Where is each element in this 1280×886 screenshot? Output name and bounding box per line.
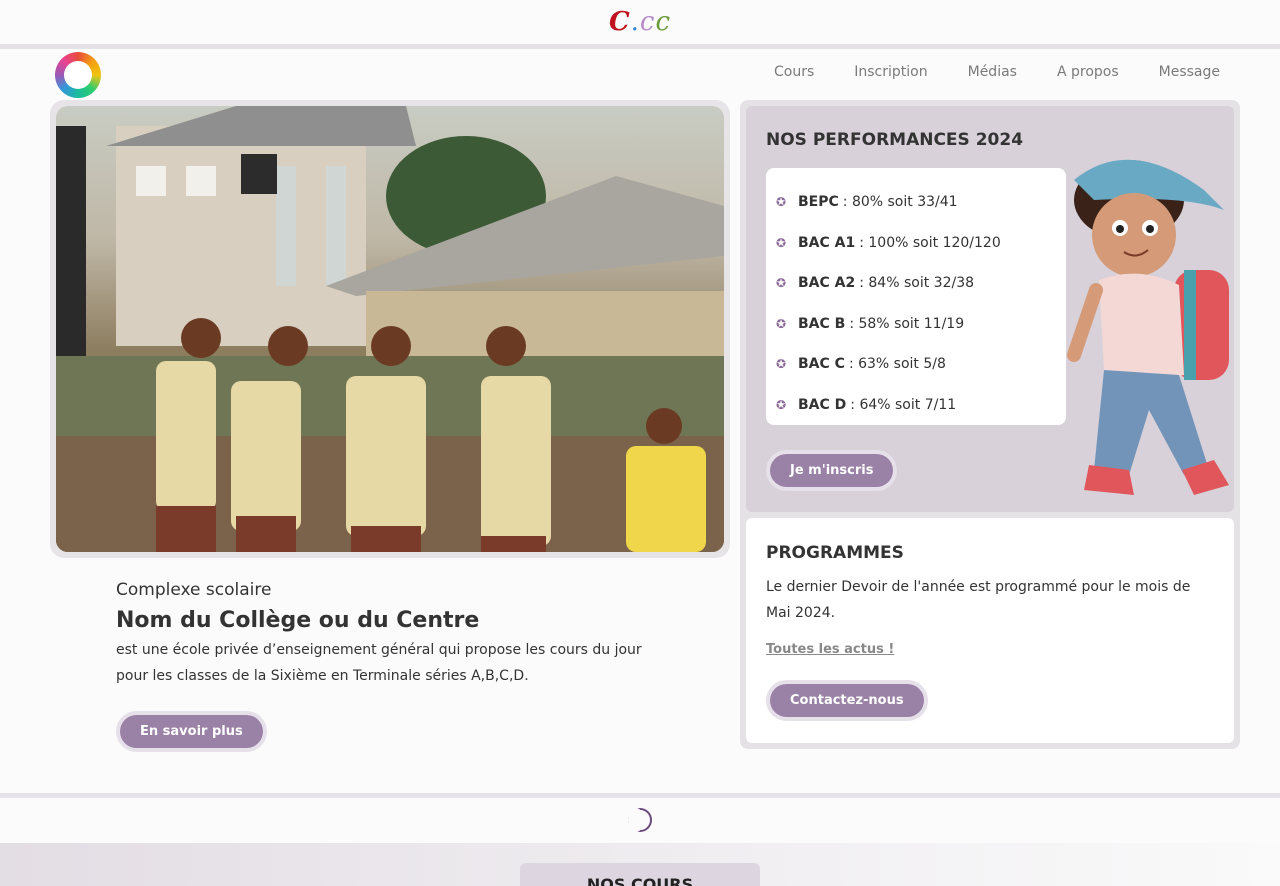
logo-letter: C [608, 7, 631, 37]
star-icon: ✪ [776, 316, 787, 331]
contact-button[interactable]: Contactez-nous [770, 684, 924, 717]
exam-label: BAC A2 [798, 275, 856, 292]
courses-section: NOS COURS [0, 843, 1280, 886]
list-item: ✪ BEPC: 80% soit 33/41 [776, 182, 1056, 223]
exam-result: : 100% soit 120/120 [859, 234, 1001, 251]
star-icon: ✪ [776, 235, 787, 250]
star-icon: ✪ [776, 276, 787, 291]
nav-a-propos[interactable]: A propos [1057, 64, 1119, 80]
performances-card: NOS PERFORMANCES 2024 ✪ BEPC: 80% soit 33… [746, 106, 1234, 512]
nav-medias[interactable]: Médias [968, 64, 1017, 80]
school-name: Nom du Collège ou du Centre [116, 608, 480, 633]
star-icon: ✪ [776, 397, 787, 412]
programmes-title: PROGRAMMES [766, 543, 904, 563]
exam-result: : 80% soit 33/41 [842, 194, 958, 211]
navbar: Cours Inscription Médias A propos Messag… [0, 50, 1280, 100]
intro-kicker: Complexe scolaire [116, 580, 272, 600]
list-item: ✪ BAC A2: 84% soit 32/38 [776, 263, 1056, 304]
logo-letter: c [639, 7, 656, 37]
student-illustration [1067, 159, 1229, 495]
top-header: C.cc [0, 0, 1280, 44]
exam-label: BAC D [798, 396, 847, 413]
performances-title: NOS PERFORMANCES 2024 [766, 130, 1024, 150]
exam-label: BAC A1 [798, 234, 856, 251]
hero-card [50, 100, 730, 558]
logo-dot: . [630, 7, 640, 37]
exam-label: BAC C [798, 356, 845, 373]
intro-section: Complexe scolaire Nom du Collège ou du C… [116, 580, 676, 689]
school-logo-icon[interactable] [55, 52, 101, 98]
programmes-card: PROGRAMMES Le dernier Devoir de l'année … [746, 518, 1234, 743]
section-divider [0, 793, 1280, 798]
nav-inscription[interactable]: Inscription [854, 64, 927, 80]
list-item: ✪ BAC A1: 100% soit 120/120 [776, 223, 1056, 264]
exam-result: : 58% soit 11/19 [849, 315, 965, 332]
performances-list: ✪ BEPC: 80% soit 33/41 ✪ BAC A1: 100% soit… [766, 168, 1066, 425]
exam-label: BEPC [798, 194, 839, 211]
star-icon: ✪ [776, 357, 787, 372]
list-item: ✪ BAC B: 58% soit 11/19 [776, 304, 1056, 345]
theme-toggle-moon-icon[interactable] [628, 808, 652, 832]
more-button[interactable]: En savoir plus [120, 715, 263, 748]
exam-result: : 64% soit 7/11 [850, 396, 957, 413]
intro-description: est une école privée d’enseignement géné… [116, 642, 642, 684]
list-item: ✪ BAC D: 64% soit 7/11 [776, 385, 1056, 426]
logo-letter: c [655, 7, 672, 37]
main-nav: Cours Inscription Médias A propos Messag… [774, 64, 1220, 80]
exam-result: : 63% soit 5/8 [848, 356, 946, 373]
site-logo[interactable]: C.cc [609, 7, 671, 37]
students-photo-illustration [56, 106, 724, 552]
courses-title: NOS COURS [520, 863, 760, 886]
exam-result: : 84% soit 32/38 [859, 275, 975, 292]
nav-message[interactable]: Message [1159, 64, 1220, 80]
programmes-text: Le dernier Devoir de l'année est program… [766, 579, 1191, 621]
star-icon: ✪ [776, 195, 787, 210]
list-item: ✪ BAC C: 63% soit 5/8 [776, 344, 1056, 385]
nav-cours[interactable]: Cours [774, 64, 814, 80]
exam-label: BAC B [798, 315, 846, 332]
students-photo [56, 106, 724, 552]
right-column: NOS PERFORMANCES 2024 ✪ BEPC: 80% soit 33… [740, 100, 1240, 749]
join-button[interactable]: Je m'inscris [770, 454, 894, 487]
header-divider [0, 44, 1280, 49]
news-link[interactable]: Toutes les actus ! [766, 642, 894, 657]
